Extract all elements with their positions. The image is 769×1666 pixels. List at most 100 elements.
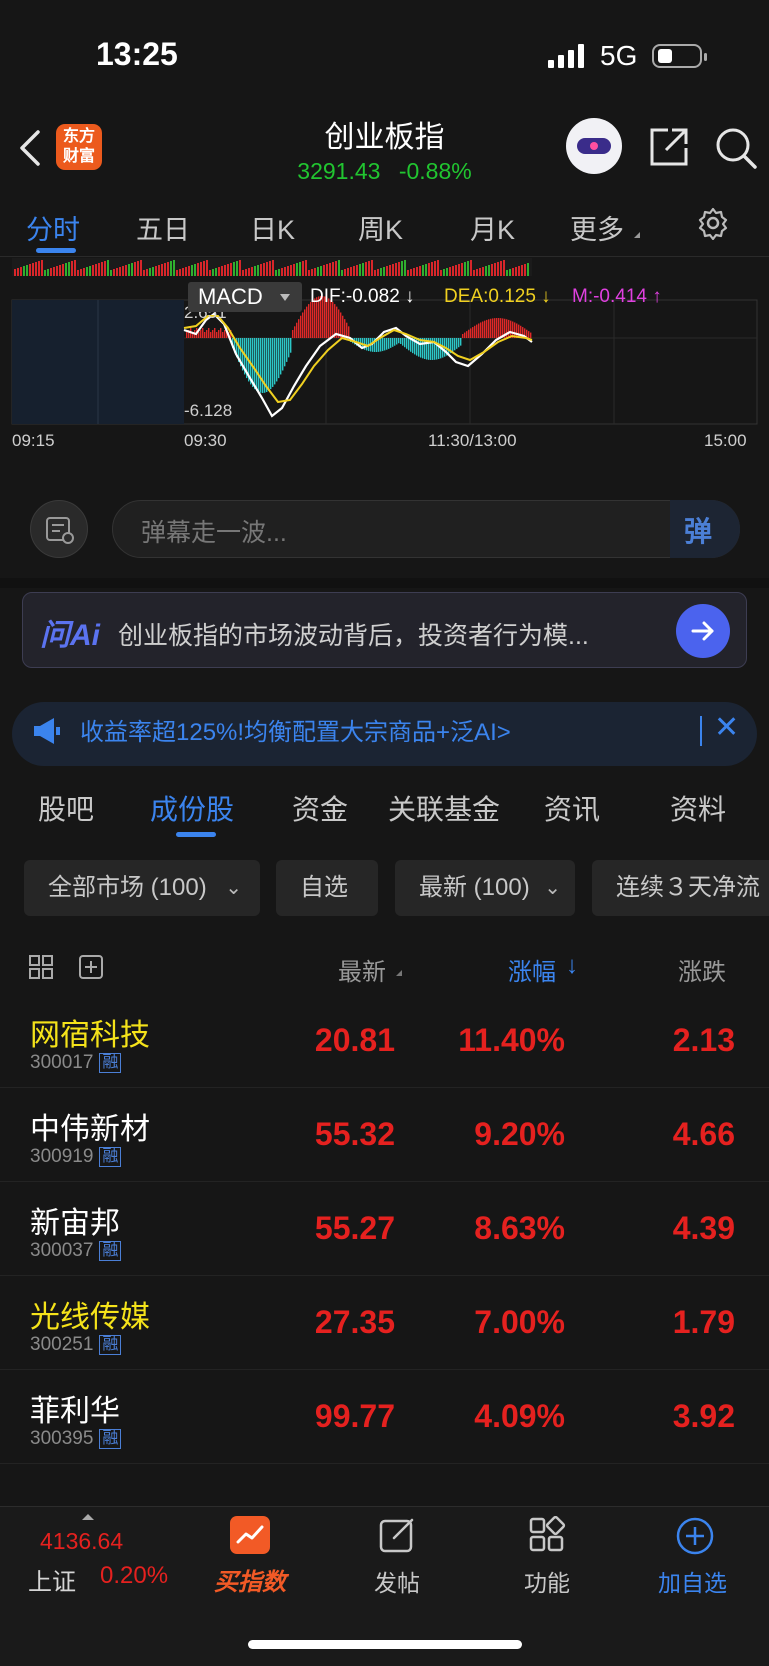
margin-badge: 融 xyxy=(99,1241,122,1261)
macd-bar xyxy=(200,330,202,338)
macd-bar xyxy=(294,326,296,338)
add-circle-icon[interactable] xyxy=(675,1516,715,1556)
post-button[interactable]: 发帖 xyxy=(374,1564,420,1598)
section-divider xyxy=(0,578,769,588)
volume-bar xyxy=(167,262,169,276)
signal-icon xyxy=(548,44,584,68)
volume-bar xyxy=(440,270,442,276)
tab-intraday[interactable]: 分时 xyxy=(26,208,80,247)
tab-more[interactable]: 更多 xyxy=(570,208,624,247)
macd-bar xyxy=(454,338,456,351)
volume-bar xyxy=(260,264,262,276)
share-icon[interactable] xyxy=(648,126,690,168)
tab-news[interactable]: 资讯 xyxy=(544,788,600,828)
add-watchlist-button[interactable]: 加自选 xyxy=(658,1564,727,1598)
tab-guba[interactable]: 股吧 xyxy=(38,788,94,828)
volume-bar xyxy=(128,264,130,276)
volume-bar xyxy=(221,266,223,276)
volume-bar xyxy=(350,267,352,276)
stock-name: 中伟新材 xyxy=(30,1113,150,1146)
volume-bar xyxy=(524,264,526,276)
filter-latest[interactable]: 最新 (100) ⌄ xyxy=(395,860,575,916)
trend-icon[interactable] xyxy=(230,1516,270,1554)
volume-bar xyxy=(398,262,400,276)
macd-bar xyxy=(390,338,392,348)
assistant-robot-icon[interactable] xyxy=(566,118,622,174)
search-icon[interactable] xyxy=(714,126,758,170)
tab-five-day[interactable]: 五日 xyxy=(136,208,190,247)
functions-button[interactable]: 功能 xyxy=(524,1564,570,1598)
volume-bar xyxy=(395,263,397,276)
volume-bar xyxy=(59,265,61,276)
col-change-pct[interactable]: 涨幅 xyxy=(508,952,556,987)
volume-bar xyxy=(239,260,241,276)
sh-index-value[interactable]: 4136.64 xyxy=(40,1528,123,1555)
volume-bar xyxy=(452,266,454,276)
promo-text[interactable]: 收益率超125%!均衡配置大宗商品+泛AI> xyxy=(80,712,511,747)
volume-bar xyxy=(335,261,337,276)
add-icon[interactable] xyxy=(78,954,104,980)
edit-icon[interactable] xyxy=(378,1516,416,1554)
table-row[interactable]: 菲利华 300395 融 99.77 4.09% 3.92 xyxy=(0,1370,769,1464)
stock-code: 300017 融 xyxy=(30,1052,122,1074)
danmu-list-icon[interactable] xyxy=(30,500,88,558)
stock-change-pct: 4.09% xyxy=(474,1398,565,1434)
filter-net-inflow[interactable]: 连续３天净流 xyxy=(592,860,769,916)
danmu-send-button[interactable]: 弹 xyxy=(670,500,740,558)
macd-bar xyxy=(288,338,290,358)
macd-bar xyxy=(386,338,388,350)
col-change[interactable]: 涨跌 xyxy=(678,952,769,987)
tab-weekly-k[interactable]: 周K xyxy=(358,208,403,247)
macd-bar xyxy=(388,338,390,349)
functions-icon[interactable] xyxy=(528,1516,566,1554)
volume-bar xyxy=(143,270,145,276)
sh-index-name[interactable]: 上证 xyxy=(28,1562,76,1597)
table-row[interactable]: 中伟新材 300919 融 55.32 9.20% 4.66 xyxy=(0,1088,769,1182)
table-row[interactable]: 新宙邦 300037 融 55.27 8.63% 4.39 xyxy=(0,1182,769,1276)
col-latest[interactable]: 最新 xyxy=(338,952,386,987)
macd-bar xyxy=(298,319,300,338)
table-row[interactable]: 光线传媒 300251 融 27.35 7.00% 1.79 xyxy=(0,1276,769,1370)
filter-market[interactable]: 全部市场 (100) ⌄ xyxy=(24,860,260,916)
close-icon[interactable]: ✕ xyxy=(714,710,739,745)
filter-watchlist[interactable]: 自选 xyxy=(276,860,378,916)
gear-icon[interactable] xyxy=(696,206,730,240)
volume-bar xyxy=(65,263,67,276)
ai-go-button[interactable] xyxy=(676,604,730,658)
macd-bar xyxy=(206,330,208,338)
indicator-select[interactable]: MACD xyxy=(188,282,302,312)
tab-profile[interactable]: 资料 xyxy=(670,788,726,828)
volume-bar xyxy=(362,263,364,276)
tab-constituents[interactable]: 成份股 xyxy=(150,788,234,828)
macd-bar xyxy=(472,327,474,338)
macd-bar xyxy=(276,338,278,382)
macd-bar xyxy=(438,338,440,360)
danmu-input[interactable]: 弹幕走一波... xyxy=(112,500,740,558)
megaphone-icon xyxy=(34,718,60,744)
macd-bar xyxy=(464,332,466,338)
tab-monthly-k[interactable]: 月K xyxy=(470,208,515,247)
volume-bar xyxy=(308,270,310,276)
tab-related-funds[interactable]: 关联基金 xyxy=(388,788,500,828)
buy-index-button[interactable]: 买指数 xyxy=(214,1562,286,1597)
chevron-down-icon xyxy=(280,294,290,301)
volume-bar xyxy=(227,264,229,276)
macd-bar xyxy=(216,332,218,338)
sh-index-pct[interactable]: 0.20% xyxy=(100,1562,168,1590)
expand-icon[interactable] xyxy=(82,1514,94,1520)
macd-bar xyxy=(474,325,476,338)
volume-bar xyxy=(266,262,268,276)
volume-bar xyxy=(515,267,517,276)
tab-funds-flow[interactable]: 资金 xyxy=(292,788,348,828)
volume-bar xyxy=(53,267,55,276)
ai-question-text[interactable]: 创业板指的市场波动背后，投资者行为模... xyxy=(118,616,589,652)
tab-daily-k[interactable]: 日K xyxy=(250,208,295,247)
grid-view-icon[interactable] xyxy=(28,954,54,980)
macd-bar xyxy=(404,338,406,348)
macd-bar xyxy=(284,338,286,367)
volume-bar xyxy=(371,260,373,276)
volume-bar xyxy=(245,269,247,276)
table-row[interactable]: 网宿科技 300017 融 20.81 11.40% 2.13 xyxy=(0,994,769,1088)
macd-bar xyxy=(290,338,292,353)
volume-bar xyxy=(491,264,493,276)
